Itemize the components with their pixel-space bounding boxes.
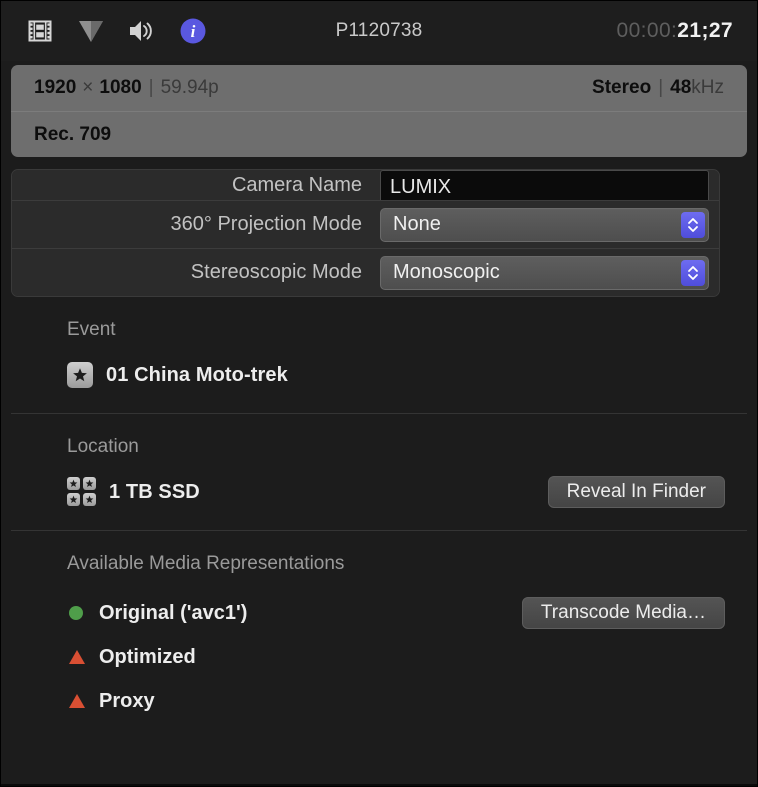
stereoscopic-mode-label: Stereoscopic Mode — [190, 261, 362, 283]
inspector-tab-bar: i — [23, 14, 210, 48]
property-panel: Camera Name LUMIX 360° Projection Mode N… — [11, 169, 720, 297]
media-item-label: Original ('avc1') — [99, 601, 248, 624]
projection-mode-stepper[interactable] — [681, 211, 705, 238]
drive-cell-2 — [83, 477, 96, 490]
format-separator: | — [148, 77, 154, 98]
property-row-camera-name: Camera Name LUMIX — [12, 170, 719, 200]
audio-format-summary: Stereo | 48kHz — [592, 77, 724, 99]
projection-mode-value: None — [393, 213, 441, 235]
media-info-row-format: 1920 × 1080 | 59.94p Stereo | 48kHz — [11, 65, 747, 111]
projection-mode-popup[interactable]: None — [380, 207, 709, 242]
media-item-optimized: Optimized — [11, 635, 747, 679]
stereoscopic-mode-value: Monoscopic — [393, 261, 500, 283]
drive-cell-1 — [67, 477, 80, 490]
media-representations-title: Available Media Representations — [67, 553, 345, 574]
reveal-in-finder-button[interactable]: Reveal In Finder — [547, 476, 725, 508]
audio-separator: | — [658, 77, 664, 98]
media-info-banner: 1920 × 1080 | 59.94p Stereo | 48kHz Rec. 709 — [11, 65, 747, 157]
media-info-row-colorspace: Rec. 709 — [11, 111, 747, 157]
media-item-original: Original ('avc1') Transcode Media… — [11, 591, 747, 635]
location-row: 1 TB SSD Reveal In Finder — [11, 474, 747, 510]
location-section: Location 1 TB SSD Reveal In Finder — [1, 414, 757, 530]
transcode-media-button[interactable]: Transcode Media… — [521, 597, 725, 629]
event-section-title: Event — [67, 319, 116, 340]
media-item-label: Proxy — [99, 689, 155, 712]
library-drive-icon — [67, 477, 97, 507]
timecode-prefix: 00:00: — [616, 19, 678, 42]
frame-rate: 59.94p — [160, 77, 219, 98]
video-format-summary: 1920 × 1080 | 59.94p — [34, 77, 219, 99]
event-section: Event 01 China Moto-trek — [1, 297, 757, 413]
status-missing-triangle-icon — [69, 694, 85, 708]
svg-text:i: i — [191, 22, 196, 41]
audio-sample-rate-unit: kHz — [691, 77, 724, 98]
timecode-value: 21;27 — [677, 19, 733, 42]
stereoscopic-mode-stepper[interactable] — [681, 259, 705, 286]
bottom-edge — [1, 784, 757, 786]
audio-sample-rate: 48 — [670, 77, 692, 98]
drive-cell-3 — [67, 493, 80, 506]
timecode-display[interactable]: 00:00:21;27 — [616, 19, 733, 43]
frame-width: 1920 — [34, 77, 77, 98]
media-representations-section: Available Media Representations Original… — [1, 531, 757, 743]
status-available-dot-icon — [69, 606, 83, 620]
event-name: 01 China Moto-trek — [106, 363, 288, 386]
event-row[interactable]: 01 China Moto-trek — [11, 357, 747, 393]
property-row-projection-mode: 360° Projection Mode None — [12, 200, 719, 248]
camera-name-label: Camera Name — [231, 174, 362, 196]
projection-mode-label: 360° Projection Mode — [170, 213, 362, 235]
media-representations-list: Original ('avc1') Transcode Media… Optim… — [11, 591, 747, 723]
inspector-body: Camera Name LUMIX 360° Projection Mode N… — [1, 157, 757, 743]
inspector-window: i P1120738 00:00:21;27 1920 × 1080 | 59.94p … — [0, 0, 758, 787]
film-strip-icon[interactable] — [23, 14, 57, 48]
dimension-separator: × — [82, 77, 94, 98]
filter-triangle-icon[interactable] — [74, 14, 108, 48]
location-section-title: Location — [67, 436, 139, 457]
inspector-toolbar: i P1120738 00:00:21;27 — [1, 1, 757, 61]
volume-name: 1 TB SSD — [109, 480, 200, 503]
camera-name-input[interactable]: LUMIX — [380, 170, 709, 200]
media-item-label: Optimized — [99, 645, 196, 668]
frame-height: 1080 — [99, 77, 142, 98]
property-row-stereoscopic-mode: Stereoscopic Mode Monoscopic — [12, 248, 719, 296]
info-icon[interactable]: i — [176, 14, 210, 48]
color-space: Rec. 709 — [34, 123, 112, 145]
drive-cell-4 — [83, 493, 96, 506]
media-item-proxy: Proxy — [11, 679, 747, 723]
status-missing-triangle-icon — [69, 650, 85, 664]
star-icon — [67, 362, 93, 388]
audio-channels: Stereo — [592, 77, 652, 98]
speaker-icon[interactable] — [125, 14, 159, 48]
stereoscopic-mode-popup[interactable]: Monoscopic — [380, 255, 709, 290]
